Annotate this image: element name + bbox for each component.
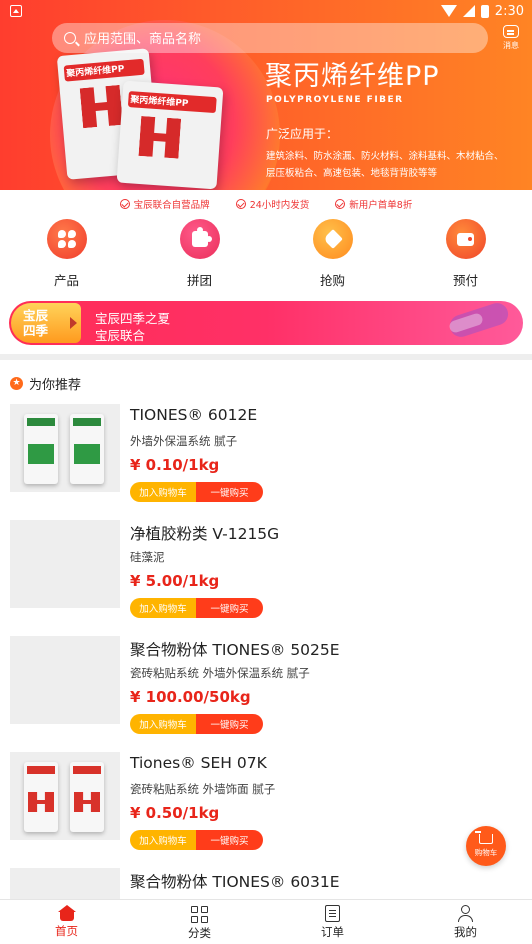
product-thumbnail xyxy=(10,520,120,608)
notification-icon xyxy=(10,5,22,17)
product-price: ¥ 100.00/50kg xyxy=(130,688,251,706)
product-thumbnail xyxy=(10,752,120,840)
tab-mine[interactable]: 我的 xyxy=(399,900,532,944)
add-to-cart-button[interactable]: 加入购物车 xyxy=(130,598,196,618)
star-icon: ★ xyxy=(10,377,23,390)
hero-applies-line: 建筑涂料、防水涂漏、防火材料、涂料基料、木材粘合、 xyxy=(266,151,504,162)
category-group-buy[interactable]: 拼团 xyxy=(133,219,266,291)
section-divider xyxy=(0,354,532,360)
category-prepay[interactable]: 预付 xyxy=(399,219,532,291)
product-item[interactable]: 净植胶粉类 V-1215G 硅藻泥 ¥ 5.00/1kg 加入购物车 一键购买 xyxy=(0,520,532,636)
buy-now-button[interactable]: 一键购买 xyxy=(196,714,263,734)
product-name: TIONES® 6012E xyxy=(130,406,258,424)
status-time: 2:30 xyxy=(494,3,524,19)
check-circle-icon xyxy=(119,199,130,209)
product-list: TIONES® 6012E 外墙外保温系统 腻子 ¥ 0.10/1kg 加入购物… xyxy=(0,404,532,944)
status-bar: 2:30 xyxy=(0,0,532,22)
category-label: 拼团 xyxy=(186,273,212,288)
category-icon xyxy=(191,906,208,923)
tab-label: 分类 xyxy=(188,926,211,940)
search-icon xyxy=(64,32,76,44)
user-icon xyxy=(457,905,474,922)
category-nav: 产品 拼团 抢购 预付 xyxy=(0,219,532,291)
banner-badge-line: 宝辰 xyxy=(23,308,49,323)
promise-label: 24小时内发货 xyxy=(249,200,310,211)
check-circle-icon xyxy=(335,199,346,209)
product-desc: 外墙外保温系统 腻子 xyxy=(130,434,238,448)
product-thumbnail xyxy=(10,636,120,724)
floating-cart-label: 购物车 xyxy=(474,848,498,857)
promise-item: 24小时内发货 xyxy=(235,197,310,211)
banner-badge: 宝辰 四季 xyxy=(11,303,81,343)
category-label: 产品 xyxy=(53,273,79,288)
product-thumbnail xyxy=(10,404,120,492)
message-icon xyxy=(503,25,519,38)
product-item[interactable]: 聚合物粉体 TIONES® 5025E 瓷砖粘贴系统 外墙外保温系统 腻子 ¥ … xyxy=(0,636,532,752)
search-bar[interactable] xyxy=(52,23,488,53)
product-price: ¥ 0.10/1kg xyxy=(130,456,220,474)
add-to-cart-button[interactable]: 加入购物车 xyxy=(130,482,196,502)
hero-title: 聚丙烯纤维PP xyxy=(265,61,440,92)
wallet-icon xyxy=(445,219,486,259)
message-button[interactable]: 消息 xyxy=(497,25,525,51)
tab-label: 我的 xyxy=(454,925,477,939)
product-name: 聚合物粉体 TIONES® 5025E xyxy=(130,641,340,659)
category-products[interactable]: 产品 xyxy=(0,219,133,291)
add-to-cart-button[interactable]: 加入购物车 xyxy=(130,830,196,850)
recommend-heading: ★ 为你推荐 xyxy=(10,374,81,393)
banner-subtitle: 宝辰联合 xyxy=(95,328,146,343)
product-name: 净植胶粉类 V-1215G xyxy=(130,525,280,543)
tab-home[interactable]: 首页 xyxy=(0,900,133,944)
banner-badge-line: 四季 xyxy=(23,323,49,338)
recommend-title: 为你推荐 xyxy=(29,378,82,393)
tab-label: 订单 xyxy=(321,925,344,939)
promise-item: 宝辰联合自营品牌 xyxy=(119,197,210,211)
product-desc: 瓷砖粘贴系统 外墙饰面 腻子 xyxy=(130,782,276,796)
buy-now-button[interactable]: 一键购买 xyxy=(196,598,263,618)
home-icon xyxy=(57,905,76,921)
tab-category[interactable]: 分类 xyxy=(133,900,266,944)
promise-label: 宝辰联合自营品牌 xyxy=(133,200,210,211)
signal-icon xyxy=(462,5,475,17)
buy-now-button[interactable]: 一键购买 xyxy=(196,482,263,502)
hero-applies-heading: 广泛应用于： xyxy=(266,127,339,141)
service-promises: 宝辰联合自营品牌 24小时内发货 新用户首单8折 xyxy=(0,190,532,218)
category-label: 抢购 xyxy=(319,273,345,288)
promise-label: 新用户首单8折 xyxy=(349,200,413,211)
hero-subtitle: POLYPROYLENE FIBER xyxy=(266,95,404,105)
grid-icon xyxy=(46,219,87,259)
battery-icon xyxy=(480,4,489,18)
category-flash-sale[interactable]: 抢购 xyxy=(266,219,399,291)
puzzle-icon xyxy=(179,219,220,259)
app-screen: 聚丙烯纤维PP 聚丙烯纤维PP 聚丙烯纤维PP POLYPROYLENE FIB… xyxy=(0,0,532,944)
category-label: 预付 xyxy=(452,273,478,288)
product-bag-image: 聚丙烯纤维PP xyxy=(116,80,224,190)
product-desc: 瓷砖粘贴系统 外墙外保温系统 腻子 xyxy=(130,666,310,680)
floating-cart-button[interactable]: 购物车 xyxy=(466,826,506,866)
order-icon xyxy=(325,905,340,922)
product-price: ¥ 0.50/1kg xyxy=(130,804,220,822)
product-name: Tiones® SEH 07K xyxy=(130,754,267,772)
buy-now-button[interactable]: 一键购买 xyxy=(196,830,263,850)
bottom-tab-bar: 首页 分类 订单 我的 xyxy=(0,899,532,944)
product-desc: 硅藻泥 xyxy=(130,550,165,564)
cart-icon xyxy=(475,831,493,844)
tab-label: 首页 xyxy=(55,924,78,938)
product-item[interactable]: Tiones® SEH 07K 瓷砖粘贴系统 外墙饰面 腻子 ¥ 0.50/1k… xyxy=(0,752,532,868)
product-item[interactable]: TIONES® 6012E 外墙外保温系统 腻子 ¥ 0.10/1kg 加入购物… xyxy=(0,404,532,520)
wifi-icon xyxy=(440,5,457,17)
search-input[interactable] xyxy=(84,30,444,46)
tab-orders[interactable]: 订单 xyxy=(266,900,399,944)
product-price: ¥ 5.00/1kg xyxy=(130,572,220,590)
message-label: 消息 xyxy=(503,41,519,50)
product-name: 聚合物粉体 TIONES® 6031E xyxy=(130,873,340,891)
hero-applies-line: 层压板粘合、高速包装、地毯背背胶等等 xyxy=(266,168,438,179)
promo-banner[interactable]: 宝辰 四季 宝辰四季之夏 宝辰联合 xyxy=(9,301,523,345)
promise-item: 新用户首单8折 xyxy=(335,197,412,211)
tag-icon xyxy=(312,219,353,259)
add-to-cart-button[interactable]: 加入购物车 xyxy=(130,714,196,734)
check-circle-icon xyxy=(235,199,246,209)
